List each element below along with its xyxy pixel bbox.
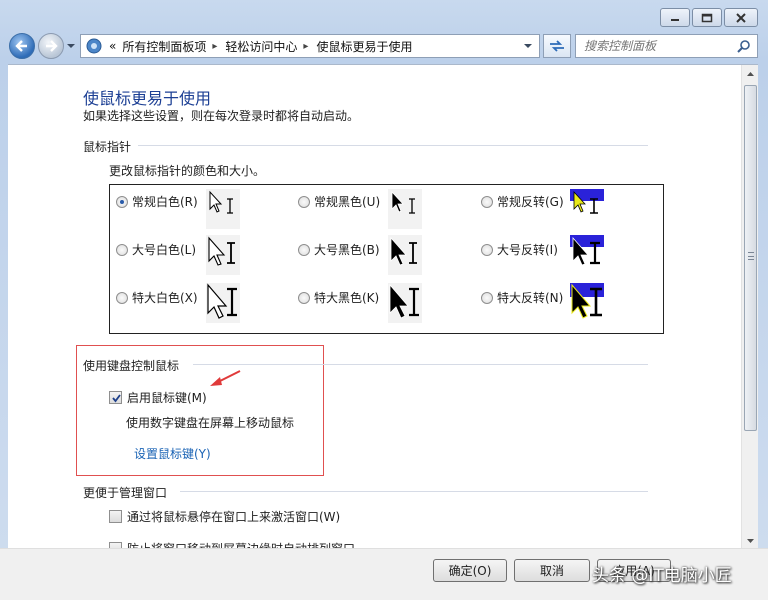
- history-dropdown-icon[interactable]: [66, 41, 76, 51]
- option-label: 常规反转(G): [497, 195, 564, 209]
- navigation-bar: « 所有控制面板项 ▸ 轻松访问中心 ▸ 使鼠标更易于使用: [0, 30, 768, 62]
- pointer-preview-regular-white: [206, 189, 240, 229]
- mouse-keys-label: 启用鼠标键(M): [127, 391, 207, 405]
- hover-activate-checkbox[interactable]: [109, 510, 122, 523]
- ok-button[interactable]: 确定(O): [433, 559, 507, 582]
- option-label: 常规黑色(U): [314, 195, 381, 209]
- radio-regular-black[interactable]: [298, 195, 310, 208]
- section-divider: [193, 364, 648, 365]
- content-panel: 使鼠标更易于使用 如果选择这些设置，则在每次登录时都将自动启动。 鼠标指针 更改…: [8, 64, 758, 548]
- breadcrumb-overflow[interactable]: «: [109, 39, 116, 53]
- pointer-preview-regular-inverted: [570, 189, 604, 229]
- pointer-preview-large-black: [388, 235, 422, 275]
- option-extra-large-inverted[interactable]: 特大反转(N): [481, 289, 563, 306]
- prevent-arrange-label: 防止将窗口移动到屏幕边缘时自动排列窗口: [127, 540, 355, 548]
- option-label: 特大白色(X): [132, 291, 198, 305]
- prevent-arrange-option[interactable]: 防止将窗口移动到屏幕边缘时自动排列窗口: [109, 540, 355, 548]
- section-keyboard-heading: 使用键盘控制鼠标: [83, 359, 180, 373]
- pointer-preview-extra-large-white: [206, 283, 240, 323]
- pointer-preview-regular-black: [388, 189, 422, 229]
- search-box[interactable]: [575, 34, 758, 58]
- address-bar[interactable]: « 所有控制面板项 ▸ 轻松访问中心 ▸ 使鼠标更易于使用: [80, 34, 540, 58]
- option-extra-large-white[interactable]: 特大白色(X): [116, 289, 198, 306]
- breadcrumb-separator-icon[interactable]: ▸: [212, 41, 217, 52]
- section-divider: [180, 491, 648, 492]
- arrow-left-icon: [15, 40, 27, 52]
- vertical-scrollbar[interactable]: [741, 65, 758, 548]
- setup-mouse-keys-link[interactable]: 设置鼠标键(Y): [134, 445, 211, 462]
- refresh-icon: [550, 40, 564, 52]
- search-input[interactable]: [584, 39, 734, 53]
- forward-button[interactable]: [38, 33, 64, 59]
- chevron-down-icon: [747, 538, 754, 543]
- checkmark-icon: [112, 394, 121, 403]
- scroll-up-button[interactable]: [742, 65, 758, 82]
- address-dropdown-icon[interactable]: [523, 41, 533, 51]
- pointer-preview-large-inverted: [570, 235, 604, 275]
- option-label: 特大黑色(K): [314, 291, 380, 305]
- back-button[interactable]: [9, 33, 35, 59]
- section-divider: [138, 145, 648, 146]
- mouse-keys-option[interactable]: 启用鼠标键(M): [109, 389, 207, 406]
- search-icon[interactable]: [737, 39, 751, 53]
- chevron-up-icon: [747, 71, 754, 76]
- hover-activate-label: 通过将鼠标悬停在窗口上来激活窗口(W): [127, 510, 341, 524]
- control-panel-window: « 所有控制面板项 ▸ 轻松访问中心 ▸ 使鼠标更易于使用 使鼠标更易于使用 如…: [0, 0, 768, 600]
- section-windows-heading: 更便于管理窗口: [83, 486, 168, 500]
- minimize-icon: [671, 18, 679, 21]
- option-label: 大号白色(L): [132, 243, 197, 257]
- cancel-button[interactable]: 取消: [514, 559, 590, 582]
- pointers-description: 更改鼠标指针的颜色和大小。: [109, 164, 266, 178]
- breadcrumb-ease-of-access[interactable]: 轻松访问中心: [225, 38, 297, 55]
- radio-extra-large-inverted[interactable]: [481, 291, 493, 304]
- option-label: 大号反转(I): [497, 243, 558, 257]
- page-title: 使鼠标更易于使用: [83, 89, 212, 108]
- option-label: 常规白色(R): [132, 195, 198, 209]
- radio-extra-large-white[interactable]: [116, 291, 128, 304]
- caption-buttons: [658, 8, 758, 27]
- mouse-keys-description: 使用数字键盘在屏幕上移动鼠标: [126, 416, 295, 430]
- breadcrumb-separator-icon[interactable]: ▸: [303, 41, 308, 52]
- option-regular-inverted[interactable]: 常规反转(G): [481, 193, 564, 210]
- radio-regular-inverted[interactable]: [481, 195, 493, 208]
- maximize-button[interactable]: [692, 8, 722, 27]
- option-label: 特大反转(N): [497, 291, 564, 305]
- dialog-button-bar: 确定(O) 取消 应用(A) 头条 @IT电脑小匠: [0, 548, 768, 600]
- radio-large-white[interactable]: [116, 243, 128, 256]
- scroll-down-button[interactable]: [742, 532, 758, 548]
- minimize-button[interactable]: [660, 8, 690, 27]
- pointer-scheme-group: 常规白色(R) 常规黑色(U) 常规反转(G) 大号白色(L) 大号黑色(B) …: [109, 184, 664, 334]
- control-panel-icon: [86, 38, 102, 54]
- pointer-preview-large-white: [206, 235, 240, 275]
- option-regular-black[interactable]: 常规黑色(U): [298, 193, 380, 210]
- option-large-inverted[interactable]: 大号反转(I): [481, 241, 558, 258]
- scroll-thumb[interactable]: [744, 85, 757, 431]
- annotation-arrow-icon: [210, 370, 241, 386]
- option-label: 大号黑色(B): [314, 243, 380, 257]
- page-subtitle: 如果选择这些设置，则在每次登录时都将自动启动。: [83, 109, 360, 123]
- close-icon: [736, 12, 746, 23]
- section-pointers-heading: 鼠标指针: [83, 140, 132, 154]
- option-regular-white[interactable]: 常规白色(R): [116, 193, 198, 210]
- pointer-preview-extra-large-inverted: [570, 283, 604, 323]
- pointer-preview-extra-large-black: [388, 283, 422, 323]
- mouse-keys-checkbox[interactable]: [109, 391, 122, 404]
- radio-large-black[interactable]: [298, 243, 310, 256]
- option-large-black[interactable]: 大号黑色(B): [298, 241, 380, 258]
- watermark-text: 头条 @IT电脑小匠: [592, 566, 732, 586]
- radio-large-inverted[interactable]: [481, 243, 493, 256]
- radio-extra-large-black[interactable]: [298, 291, 310, 304]
- breadcrumb-all-items[interactable]: 所有控制面板项: [122, 38, 206, 55]
- option-large-white[interactable]: 大号白色(L): [116, 241, 196, 258]
- hover-activate-option[interactable]: 通过将鼠标悬停在窗口上来激活窗口(W): [109, 508, 340, 525]
- maximize-icon: [701, 13, 713, 22]
- option-extra-large-black[interactable]: 特大黑色(K): [298, 289, 379, 306]
- close-button[interactable]: [724, 8, 758, 27]
- refresh-button[interactable]: [543, 34, 571, 58]
- radio-regular-white[interactable]: [116, 195, 128, 208]
- breadcrumb-mouse-easier[interactable]: 使鼠标更易于使用: [316, 38, 412, 55]
- scroll-grip-icon: [748, 252, 754, 260]
- arrow-right-icon: [46, 40, 58, 52]
